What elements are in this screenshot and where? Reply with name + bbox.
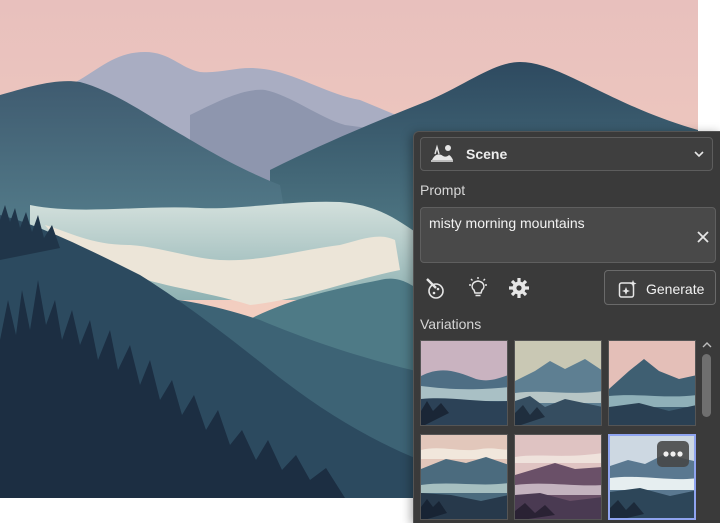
scene-icon [431,144,453,162]
mode-label: Scene [466,146,508,162]
generate-label: Generate [646,281,705,297]
prompt-text: misty morning mountains [429,215,585,231]
more-options-icon [663,451,683,457]
variation-4-image [421,435,507,519]
variation-thumbnail-3[interactable] [608,340,696,426]
variation-5-image [515,435,601,519]
variations-scrollbar[interactable] [702,354,711,417]
generate-icon [618,280,637,298]
generate-button[interactable]: Generate [604,270,716,305]
variation-thumbnail-1[interactable] [420,340,508,426]
prompt-label: Prompt [420,182,466,198]
variation-thumbnail-6[interactable] [608,434,696,520]
generate-panel: Scene Prompt misty morning mountains Gen… [413,131,720,523]
chevron-down-icon [694,151,704,158]
variation-thumbnail-5[interactable] [514,434,602,520]
more-options-button[interactable] [657,441,689,467]
lightbulb-icon[interactable] [466,276,490,300]
variation-3-image [609,341,695,425]
variations-label: Variations [420,316,482,332]
prompt-input[interactable]: misty morning mountains [420,207,716,263]
close-icon[interactable] [696,230,710,244]
variation-thumbnail-2[interactable] [514,340,602,426]
mode-dropdown[interactable]: Scene [420,137,713,171]
style-brush-icon[interactable] [423,276,447,300]
variation-2-image [515,341,601,425]
gear-icon[interactable] [507,276,531,300]
scroll-up-arrow[interactable] [701,340,713,350]
variation-1-image [421,341,507,425]
variation-thumbnail-4[interactable] [420,434,508,520]
